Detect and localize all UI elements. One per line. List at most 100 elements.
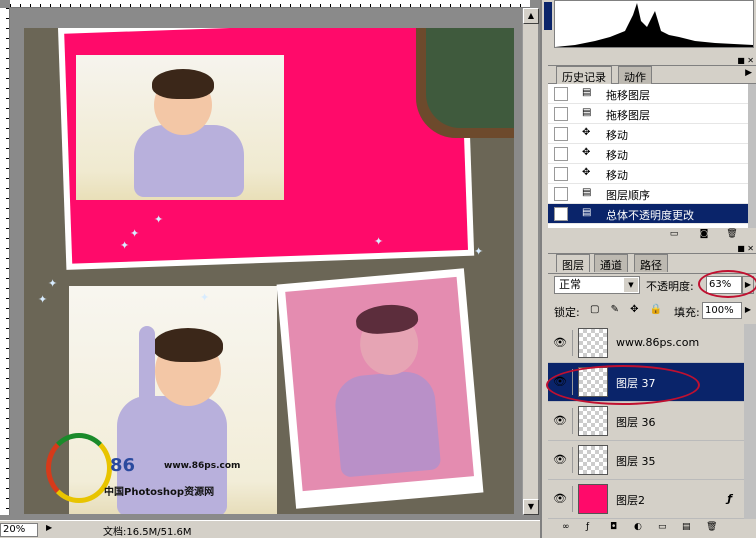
history-item-label: 图层顺序 [606,189,650,202]
logo-brand: 86 [110,455,136,476]
fill-input[interactable]: 100% [702,302,742,319]
layer-name: www.86ps.com [616,336,700,349]
layer-list: 👁 www.86ps.com 👁 图层 37 👁 图层 36 👁 图层 35 👁 [548,324,744,519]
sparkle-icon: ✦ [38,293,48,306]
history-item[interactable]: ✥ 移动 [548,144,748,164]
palette-close-icon[interactable]: ■ ✕ [737,244,754,253]
history-item-label: 移动 [606,149,628,162]
zoom-level[interactable]: 20% [0,523,38,537]
scroll-down-icon[interactable]: ▼ [523,499,539,515]
move-icon: ✥ [582,147,591,158]
tab-channels[interactable]: 通道 [594,254,628,272]
layers-footer: ∞ ƒ ◘ ◐ ▭ ▤ 🗑 [548,519,756,537]
scroll-up-icon[interactable]: ▲ [523,8,539,24]
baby-photo-selected[interactable] [276,268,484,509]
status-bar: 20% ▶ 文档:16.5M/51.6M [0,520,540,538]
history-checkbox[interactable] [554,107,568,121]
sparkle-icon: ✦ [130,227,140,240]
eye-icon[interactable]: 👁 [552,453,568,467]
tab-actions[interactable]: 动作 [618,66,652,84]
move-icon: ✥ [582,167,591,178]
baby-photo-top [76,55,284,200]
new-document-icon[interactable]: ▭ [668,229,680,240]
ruler-horizontal [10,0,530,8]
fill-slider-icon[interactable]: ▶ [742,302,754,319]
history-checkbox[interactable] [554,187,568,201]
history-checkbox[interactable] [554,87,568,101]
layer-thumbnail [578,484,608,514]
trash-icon[interactable]: 🗑 [706,522,717,532]
history-item[interactable]: ▤ 拖移图层 [548,84,748,104]
layer-row[interactable]: 👁 www.86ps.com [548,324,744,363]
history-checkbox[interactable] [554,207,568,221]
sparkle-icon: ✦ [474,245,484,258]
history-checkbox[interactable] [554,167,568,181]
annotation-circle [546,365,700,405]
palette-menu-icon[interactable]: ▶ [745,68,752,78]
layers-palette-titlebar[interactable]: ■ ✕ [548,244,756,254]
history-item-selected[interactable]: ▤ 总体不透明度更改 [548,204,748,224]
eye-icon[interactable]: 👁 [552,492,568,506]
tab-history[interactable]: 历史记录 [556,66,612,84]
mask-icon[interactable]: ◘ [610,522,617,532]
move-icon: ✥ [582,127,591,138]
history-item[interactable]: ✥ 移动 [548,164,748,184]
history-item[interactable]: ▤ 图层顺序 [548,184,748,204]
tab-paths[interactable]: 路径 [634,254,668,272]
tab-layers[interactable]: 图层 [556,254,590,272]
lock-options-icon[interactable]: ▢ ✎ ✥ 🔒 [590,304,666,315]
layer-row[interactable]: 👁 图层2 ƒ [548,480,744,519]
history-palette-titlebar[interactable]: ■ ✕ [548,56,756,66]
canvas-window: ✦ ✦ ✦ ✦ ✦ ✦ ✦ ✦ 86 www.86ps.com 中国Photos… [0,0,540,538]
site-logo: 86 www.86ps.com 中国Photoshop资源网 [46,423,256,514]
layer-style-icon[interactable]: ƒ [586,522,589,532]
document-icon: ▤ [582,207,592,218]
layer-row[interactable]: 👁 图层 36 [548,402,744,441]
group-icon[interactable]: ▭ [658,522,667,532]
history-footer: ▭ ◙ 🗑 [548,228,748,242]
layer-row[interactable]: 👁 图层 35 [548,441,744,480]
ruler-vertical [0,8,10,515]
document-canvas[interactable]: ✦ ✦ ✦ ✦ ✦ ✦ ✦ ✦ 86 www.86ps.com 中国Photos… [24,28,514,514]
logo-url: www.86ps.com [164,461,241,471]
new-layer-icon[interactable]: ▤ [682,522,691,532]
sparkle-icon: ✦ [374,235,384,248]
sparkle-icon: ✦ [154,213,164,226]
palette-dock: ■ ✕ 历史记录 动作 ▶ ▤ 拖移图层 ▤ 拖移图层 ✥ 移动 ✥ 移动 ✥ [540,0,756,538]
histogram-view [554,0,754,48]
link-icon[interactable]: ∞ [562,522,570,532]
trash-icon[interactable]: 🗑 [726,229,738,240]
layers-scrollbar[interactable] [744,324,756,519]
logo-site-name: 中国Photoshop资源网 [104,487,215,498]
document-icon: ▤ [582,107,592,118]
eye-icon[interactable]: 👁 [552,336,568,350]
palette-close-icon[interactable]: ■ ✕ [737,56,754,65]
history-item-label: 移动 [606,169,628,182]
layer-thumbnail [578,328,608,358]
canvas-vertical-scrollbar[interactable]: ▲ ▼ [522,8,539,515]
history-item[interactable]: ✥ 移动 [548,124,748,144]
status-menu-icon[interactable]: ▶ [46,523,58,535]
history-checkbox[interactable] [554,147,568,161]
document-icon: ▤ [582,87,592,98]
history-item-label: 拖移图层 [606,89,650,102]
fill-label: 填充: [674,306,700,319]
history-item-label: 总体不透明度更改 [606,209,694,222]
lock-row: 锁定: ▢ ✎ ✥ 🔒 填充: 100% ▶ [548,302,756,320]
layer-thumbnail [578,406,608,436]
lock-label: 锁定: [554,306,580,319]
layer-name: 图层 36 [616,416,656,429]
eye-icon[interactable]: 👁 [552,414,568,428]
history-item[interactable]: ▤ 拖移图层 [548,104,748,124]
history-item-label: 拖移图层 [606,109,650,122]
snapshot-icon[interactable]: ◙ [698,229,710,240]
adjustment-layer-icon[interactable]: ◐ [634,522,642,532]
layer-effects-icon[interactable]: ƒ [727,492,732,505]
history-checkbox[interactable] [554,127,568,141]
blend-mode-select[interactable]: 正常 [554,276,640,294]
layer-thumbnail [578,445,608,475]
opacity-label: 不透明度: [646,280,694,293]
sparkle-icon: ✦ [200,291,210,304]
panel-collapse-strip[interactable] [544,2,552,30]
history-scrollbar[interactable] [748,84,756,228]
